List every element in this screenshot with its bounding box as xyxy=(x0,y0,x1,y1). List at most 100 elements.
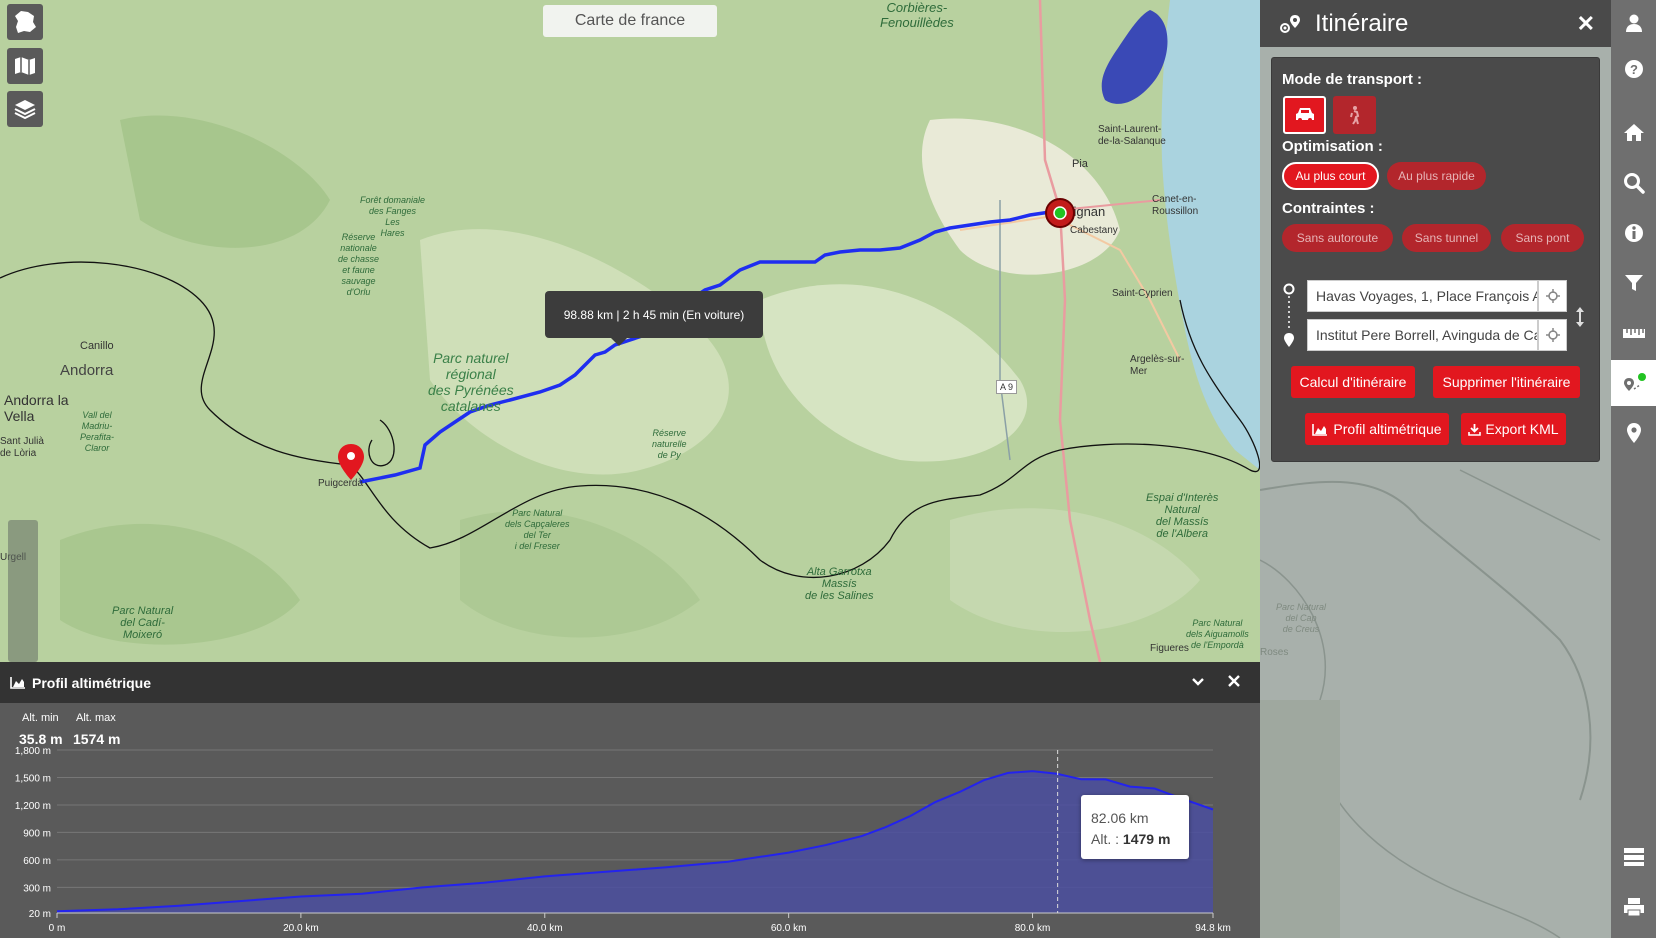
y-tick-label: 20 m xyxy=(29,909,51,920)
y-tick-label: 600 m xyxy=(23,856,51,867)
start-address-field[interactable]: Havas Voyages, 1, Place François Arago xyxy=(1307,280,1538,312)
map-town-label: Saint-Laurent-de-la-Salanque xyxy=(1098,124,1166,147)
chart-hover-tooltip: 82.06 km Alt. : 1479 m xyxy=(1081,795,1189,859)
print-button[interactable] xyxy=(1611,884,1656,930)
no-highway-pill[interactable]: Sans autoroute xyxy=(1282,224,1393,252)
layers-button[interactable] xyxy=(7,91,43,127)
hover-distance: 82.06 km xyxy=(1091,810,1149,826)
map-pin-icon xyxy=(1626,423,1641,443)
user-icon xyxy=(1625,14,1642,32)
home-icon xyxy=(1623,124,1644,141)
x-tick-label: 94.8 km xyxy=(1195,923,1231,934)
route-tooltip: 98.88 km | 2 h 45 min (En voiture) xyxy=(545,291,763,346)
export-kml-label: Export KML xyxy=(1485,421,1559,437)
close-icon[interactable]: ✕ xyxy=(1577,11,1595,37)
hiker-icon xyxy=(1349,106,1359,125)
map-town-label: Andorra xyxy=(60,362,114,379)
road-label: A 9 xyxy=(996,380,1018,394)
map-region-label: Alta Garrotxa Massís de les Salines xyxy=(805,566,874,602)
start-marker-icon[interactable] xyxy=(1044,197,1076,229)
printer-icon xyxy=(1623,898,1644,917)
map-region-label: Parc Natural dels Capçaleres del Ter i del … xyxy=(505,508,570,551)
start-locate-button[interactable] xyxy=(1538,280,1567,312)
map-town-label: Sant Julià de Lòria xyxy=(0,436,44,459)
profile-title: Profil altimétrique xyxy=(32,674,152,691)
no-bridge-pill[interactable]: Sans pont xyxy=(1501,224,1584,252)
x-tick-label: 0 m xyxy=(49,923,66,934)
map-town-label: Saint-Cyprien xyxy=(1112,288,1173,299)
end-address-field[interactable]: Institut Pere Borrell, Avinguda de Catal… xyxy=(1307,319,1538,351)
user-button[interactable] xyxy=(1611,0,1656,46)
filter-button[interactable] xyxy=(1611,260,1656,306)
optim-label: Optimisation : xyxy=(1282,138,1383,155)
map-title-label: Carte de france xyxy=(543,5,717,37)
hover-altitude-row: Alt. : 1479 m xyxy=(1091,829,1179,850)
x-tick-label: 60.0 km xyxy=(771,923,807,934)
itinerary-header: Itinéraire ✕ xyxy=(1260,0,1611,47)
map-region-label: Corbières- Fenouillèdes xyxy=(880,0,954,30)
logo-button[interactable] xyxy=(7,4,43,40)
map-region-label: Parc Natural del Cap de Creus xyxy=(1276,602,1327,634)
map-town-label: Pia xyxy=(1072,158,1088,170)
map-town-label: Canillo xyxy=(80,340,114,352)
map-view[interactable]: Corbières- Fenouillèdes Forêt domaniale de… xyxy=(0,0,1260,662)
area-chart-icon xyxy=(1312,423,1328,436)
transport-label: Mode de transport : xyxy=(1282,71,1423,88)
y-tick-label: 1,800 m xyxy=(15,746,51,757)
x-tick-label: 40.0 km xyxy=(527,923,563,934)
map-region-label: Réserve nationale de chasse et faune sauvage… xyxy=(338,232,380,297)
server-icon xyxy=(1623,848,1644,866)
ruler-icon xyxy=(1622,329,1645,338)
elevation-chart[interactable]: 20 m 300 m 600 m 900 m 1,200 m 1,500 m 1,800 m… xyxy=(0,703,1260,938)
zoom-slider[interactable] xyxy=(8,520,38,662)
map-region-label: Parc Natural dels Aiguamolls de l'Empordà xyxy=(1186,618,1249,650)
hover-alt-label: Alt. : xyxy=(1091,831,1120,847)
route-icon xyxy=(1280,14,1300,33)
export-kml-button[interactable]: Export KML xyxy=(1461,413,1566,445)
itinerary-button[interactable] xyxy=(1611,360,1656,406)
info-button[interactable] xyxy=(1611,210,1656,256)
layers-icon xyxy=(14,100,36,120)
no-tunnel-pill[interactable]: Sans tunnel xyxy=(1402,224,1491,252)
chevron-down-icon[interactable] xyxy=(1191,676,1205,688)
swap-arrows-icon[interactable] xyxy=(1575,306,1585,328)
help-button[interactable]: ? xyxy=(1611,46,1656,92)
map-town-label: Canet-en- Roussillon xyxy=(1152,194,1199,217)
filter-icon xyxy=(1624,275,1643,291)
map-town-label: Roses xyxy=(1260,647,1289,658)
elevation-area xyxy=(57,771,1213,913)
elevation-profile-panel: Profil altimétrique Alt. min Alt. max 35… xyxy=(0,662,1260,938)
close-icon[interactable] xyxy=(1228,675,1240,687)
delete-route-button[interactable]: Supprimer l'itinéraire xyxy=(1433,366,1580,398)
download-icon xyxy=(1468,423,1482,436)
car-icon xyxy=(1295,108,1314,122)
car-mode-button[interactable] xyxy=(1283,96,1326,134)
x-tick-label: 20.0 km xyxy=(283,923,319,934)
end-locate-button[interactable] xyxy=(1538,319,1567,351)
map-button[interactable] xyxy=(7,48,43,84)
map-town-label: Andorra la Vella xyxy=(4,392,69,424)
y-tick-label: 1,500 m xyxy=(15,773,51,784)
walk-mode-button[interactable] xyxy=(1333,96,1376,134)
map-region-label: Parc naturel régional des Pyrénées catalane… xyxy=(428,350,514,414)
location-button[interactable] xyxy=(1611,410,1656,456)
y-tick-label: 1,200 m xyxy=(15,801,51,812)
itinerary-title: Itinéraire xyxy=(1315,9,1409,37)
map-icon xyxy=(15,57,35,75)
calculate-route-button[interactable]: Calcul d'itinéraire xyxy=(1291,366,1415,398)
shortest-pill[interactable]: Au plus court xyxy=(1282,162,1379,190)
fastest-pill[interactable]: Au plus rapide xyxy=(1387,162,1486,190)
measure-button[interactable] xyxy=(1611,310,1656,356)
search-button[interactable] xyxy=(1611,160,1656,206)
map-region-label: Parc Natural del Cadí- Moixeró xyxy=(112,605,174,641)
map-town-label: Cabestany xyxy=(1070,225,1118,236)
map-town-label: Argelès-sur- Mer xyxy=(1130,354,1185,377)
home-button[interactable] xyxy=(1611,109,1656,155)
elevation-profile-button[interactable]: Profil altimétrique xyxy=(1305,413,1449,445)
hover-alt-value: 1479 m xyxy=(1122,831,1171,847)
y-tick-label: 900 m xyxy=(23,828,51,839)
route-icon xyxy=(1623,373,1646,391)
right-toolbar: ? xyxy=(1611,0,1656,938)
servers-button[interactable] xyxy=(1611,834,1656,880)
end-marker-icon[interactable] xyxy=(338,444,364,482)
